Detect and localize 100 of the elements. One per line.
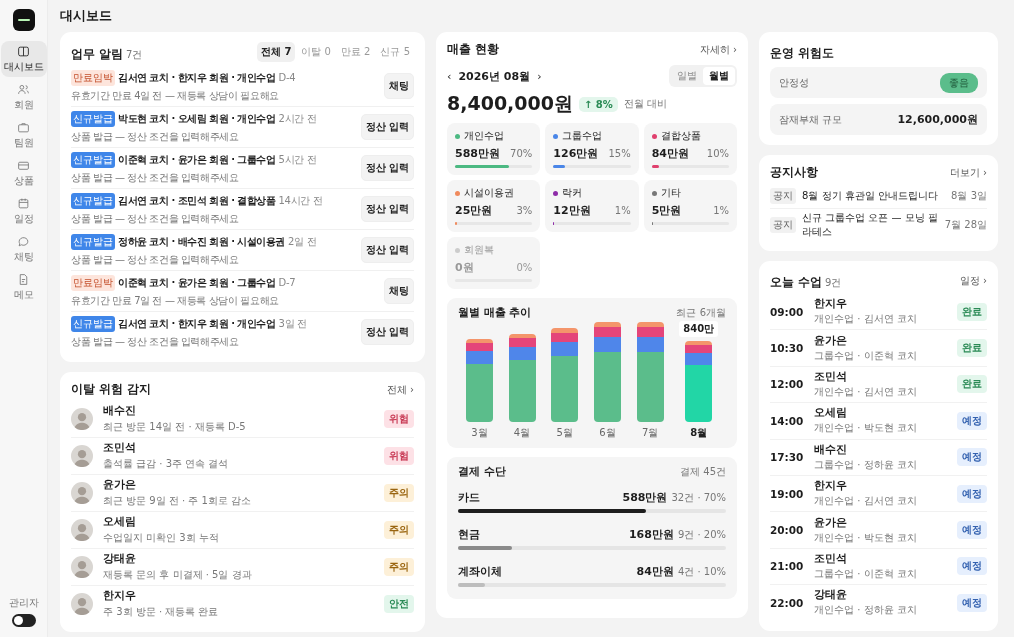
sidebar-item[interactable]: 상품 xyxy=(0,155,47,191)
notice-title[interactable]: 8월 정기 휴관일 안내드립니다 xyxy=(802,189,946,203)
member-name: 윤가은 xyxy=(814,515,848,530)
lesson-time: 20:00 xyxy=(770,524,804,537)
lesson-detail: 그룹수업 · 이준혁 코치 xyxy=(814,348,918,363)
count-label: 7건 xyxy=(126,48,143,60)
schedule-link[interactable]: 일정 › xyxy=(959,273,987,288)
lesson-time: 09:00 xyxy=(770,305,804,318)
category-amount: 5만원 xyxy=(651,203,682,218)
action-button[interactable]: 정산 입력 xyxy=(360,237,414,263)
sidebar-item[interactable]: 회원 xyxy=(0,79,47,115)
chat-icon xyxy=(17,235,30,248)
payment-method: 카드 xyxy=(458,491,480,505)
action-button[interactable]: 정산 입력 xyxy=(360,319,414,345)
category-name: 회원복 xyxy=(464,243,494,257)
alert-description: 상품 발급 — 정산 조건을 입력해주세요 xyxy=(71,252,240,267)
status-badge: 예정 xyxy=(957,448,987,467)
period-tab[interactable]: 월별 xyxy=(703,67,735,85)
action-button[interactable]: 정산 입력 xyxy=(360,114,414,140)
avatar-icon xyxy=(71,519,93,541)
count-label: 9건 xyxy=(825,277,842,288)
sidebar-item[interactable]: 대시보드 xyxy=(0,41,47,77)
lesson-time: 19:00 xyxy=(770,487,804,500)
payment-detail: 32건 · 70% xyxy=(671,492,726,503)
filter-tab[interactable]: 전체 7 xyxy=(256,42,296,62)
card-title: 매출 현황 xyxy=(447,42,499,57)
status-tag: 신규발급 xyxy=(71,192,115,209)
category-amount: 12만원 xyxy=(553,203,591,218)
previous-month-button[interactable]: ‹ xyxy=(447,69,452,83)
sidebar-item[interactable]: 메모 xyxy=(0,269,47,305)
alert-description: 상품 발급 — 정산 조건을 입력해주세요 xyxy=(71,170,240,185)
sidebar-item[interactable]: 팀원 xyxy=(0,117,47,153)
notice-tag: 공지 xyxy=(770,217,796,233)
payment-amount: 84만원 xyxy=(636,565,674,578)
action-button[interactable]: 정산 입력 xyxy=(360,196,414,222)
next-month-button[interactable]: › xyxy=(537,69,542,83)
lesson-detail: 개인수업 · 김서연 코치 xyxy=(814,312,918,327)
month-label: 2026년 08월 xyxy=(458,68,531,84)
card-title: 운영 위험도 xyxy=(770,46,834,60)
sidebar-item[interactable]: 채팅 xyxy=(0,231,47,267)
category-name: 시설이용권 xyxy=(464,186,514,200)
notice-title[interactable]: 신규 그룹수업 오픈 — 모닝 필라테스 xyxy=(802,211,939,239)
month-label: 5월 xyxy=(556,426,573,440)
member-detail: 출석률 급감 · 3주 연속 결석 xyxy=(103,457,230,471)
payment-method: 현금 xyxy=(458,528,480,542)
alert-description: 상품 발급 — 정산 조건을 입력해주세요 xyxy=(71,211,240,226)
details-link[interactable]: 자세히 › xyxy=(699,42,737,57)
risk-badge: 주의 xyxy=(384,521,414,539)
action-button[interactable]: 정산 입력 xyxy=(360,155,414,181)
logo-icon xyxy=(12,9,35,31)
card-title: 이탈 위험 감지 xyxy=(71,382,151,397)
action-button[interactable]: 채팅 xyxy=(384,73,414,99)
alert-title: 이준혁 코치 · 윤가은 회원 · 그룹수업 xyxy=(118,152,276,167)
panel-title: 결제 수단 xyxy=(458,465,506,479)
member-detail: 최근 방문 9일 전 · 주 1회로 감소 xyxy=(103,494,253,508)
month-label: 8월 xyxy=(690,426,708,440)
risk-badge: 위험 xyxy=(384,410,414,428)
member-name: 조민석 xyxy=(814,369,848,384)
status-badge: 좋음 xyxy=(940,72,978,93)
view-all-link[interactable]: 전체 › xyxy=(386,382,414,397)
member-name: 오세림 xyxy=(103,515,137,529)
avatar-icon xyxy=(71,593,93,615)
category-percent: 70% xyxy=(510,148,533,159)
month-label: 6월 xyxy=(599,426,616,440)
card-title: 업무 알림 xyxy=(71,46,123,61)
category-amount: 25만원 xyxy=(455,203,493,218)
lesson-detail: 그룹수업 · 이준혁 코치 xyxy=(814,566,918,581)
member-detail: 재등록 문의 후 미결제 · 5일 경과 xyxy=(103,568,253,582)
payment-amount: 168만원 xyxy=(628,528,674,541)
status-badge: 예정 xyxy=(957,411,987,430)
category-percent: 1% xyxy=(713,205,729,216)
lesson-detail: 개인수업 · 정하윤 코치 xyxy=(814,603,918,618)
category-amount: 84만원 xyxy=(651,146,689,161)
admin-toggle[interactable] xyxy=(11,614,36,627)
lesson-detail: 개인수업 · 김서연 코치 xyxy=(814,494,918,509)
alert-time: D-4 xyxy=(278,72,296,83)
member-name: 조민석 xyxy=(814,551,848,566)
more-link[interactable]: 더보기 › xyxy=(949,165,987,180)
notice-date: 8월 3일 xyxy=(951,189,987,203)
category-amount: 588만원 xyxy=(455,146,500,161)
category-percent: 15% xyxy=(608,148,631,159)
status-badge: 예정 xyxy=(957,557,987,576)
lesson-time: 12:00 xyxy=(770,378,804,391)
payment-amount: 588만원 xyxy=(622,491,668,504)
avatar-icon xyxy=(71,482,93,504)
alert-title: 김서연 코치 · 한지우 회원 · 개인수업 xyxy=(118,316,276,331)
member-name: 한지우 xyxy=(814,297,848,312)
member-detail: 수업일지 미확인 3회 누적 xyxy=(103,531,220,545)
member-name: 한지우 xyxy=(103,589,137,603)
action-button[interactable]: 채팅 xyxy=(384,278,414,304)
member-name: 한지우 xyxy=(814,479,848,494)
value-callout: 840만 xyxy=(679,321,719,337)
alert-time: 5시간 전 xyxy=(278,152,317,167)
status-badge: 완료 xyxy=(957,375,987,394)
sidebar-item[interactable]: 일정 xyxy=(0,193,47,229)
risk-label: 잠재부채 규모 xyxy=(779,112,843,127)
page-title: 대시보드 xyxy=(60,7,113,25)
category-name: 락커 xyxy=(562,186,583,200)
category-name: 기타 xyxy=(660,186,681,200)
briefcase-icon xyxy=(17,121,30,134)
